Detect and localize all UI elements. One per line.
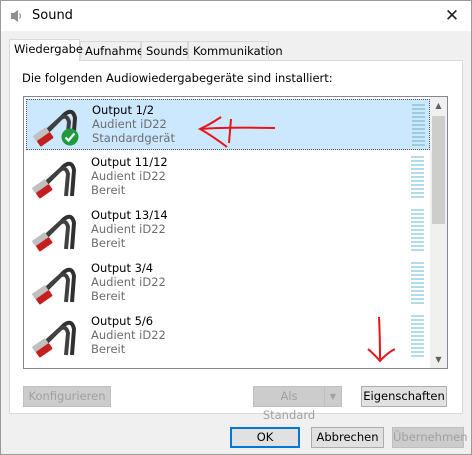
device-name: Output 13/14 [91, 208, 168, 222]
list-item[interactable]: Output 11/12 Audient iD22 Bereit [26, 152, 430, 203]
level-meter [411, 262, 424, 304]
device-status: Standardgerät [92, 131, 175, 145]
annotation-arrow-down-icon [367, 316, 396, 363]
annotation-arrow-left-icon [197, 116, 276, 148]
rca-cable-icon [32, 214, 77, 252]
set-default-label: Als Standard [262, 389, 316, 422]
configure-button[interactable]: Konfigurieren [23, 386, 111, 407]
rca-cable-icon [32, 320, 77, 358]
device-model: Audient iD22 [91, 169, 166, 183]
set-default-button[interactable]: Als Standard ▼ [253, 386, 342, 422]
device-model: Audient iD22 [92, 117, 167, 131]
ok-button[interactable]: OK [230, 427, 300, 448]
device-status: Bereit [91, 236, 126, 250]
sound-dialog: Sound ✕ Wiedergabe Aufnahme Sounds Kommu… [0, 0, 472, 455]
title-bar: Sound ✕ [1, 1, 471, 31]
tab-kommunikation[interactable]: Kommunikation [188, 41, 283, 59]
cancel-button[interactable]: Abbrechen [311, 427, 384, 448]
scroll-thumb[interactable] [432, 116, 445, 224]
properties-button[interactable]: Eigenschaften [361, 386, 447, 407]
list-item[interactable]: Output 13/14 Audient iD22 Bereit [26, 205, 430, 256]
level-meter [411, 209, 424, 251]
level-meter [411, 156, 424, 198]
close-icon[interactable]: ✕ [441, 5, 463, 27]
tab-wiedergabe[interactable]: Wiedergabe [9, 39, 83, 61]
intro-text: Die folgenden Audiowiedergabegeräte sind… [22, 71, 333, 85]
default-check-icon [61, 128, 79, 146]
device-name: Output 11/12 [91, 155, 168, 169]
tab-sounds[interactable]: Sounds [141, 41, 188, 59]
scroll-down-icon[interactable]: ▼ [430, 351, 447, 368]
device-model: Audient iD22 [91, 222, 166, 236]
device-model: Audient iD22 [91, 275, 166, 289]
device-status: Bereit [91, 342, 126, 356]
scroll-up-icon[interactable]: ▲ [430, 97, 447, 114]
device-name: Output 1/2 [92, 103, 155, 117]
device-model: Audient iD22 [91, 328, 166, 342]
tab-aufnahme[interactable]: Aufnahme [80, 41, 144, 59]
level-meter [412, 104, 425, 146]
chevron-down-icon[interactable]: ▼ [324, 387, 341, 406]
window-title: Sound [32, 8, 73, 23]
rca-cable-icon [32, 267, 77, 305]
level-meter [411, 315, 424, 357]
apply-button[interactable]: Übernehmen [392, 427, 468, 448]
device-status: Bereit [91, 183, 126, 197]
device-name: Output 5/6 [91, 314, 154, 328]
device-name: Output 3/4 [91, 261, 154, 275]
list-item[interactable]: Output 3/4 Audient iD22 Bereit [26, 258, 430, 309]
device-status: Bereit [91, 289, 126, 303]
rca-cable-icon [32, 161, 77, 199]
speaker-icon [11, 10, 22, 22]
vertical-scrollbar[interactable]: ▲ ▼ [430, 97, 447, 368]
